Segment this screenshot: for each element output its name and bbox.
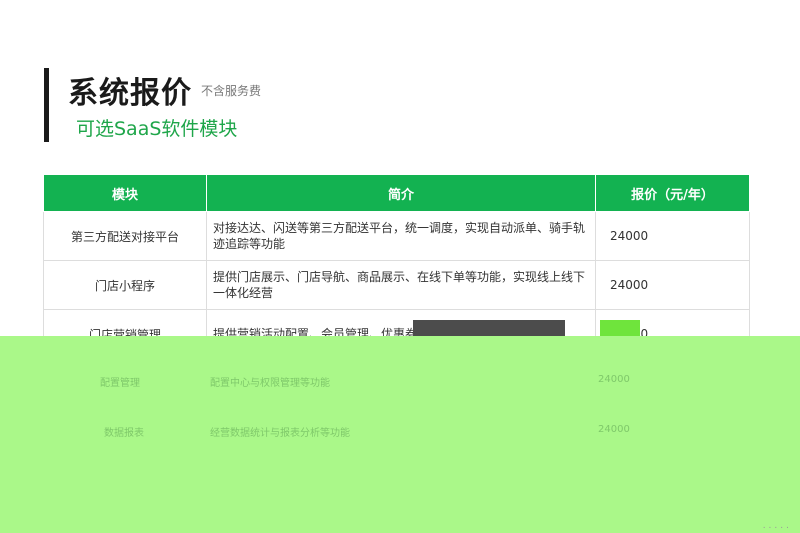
table-header-row: 模块 简介 报价（元/年） [43, 174, 750, 212]
module-cell: 门店小程序 [43, 260, 207, 310]
highlight-strip [600, 320, 640, 336]
table-row: 第三方配送对接平台 对接达达、闪送等第三方配送平台，统一调度，实现自动派单、骑手… [43, 211, 750, 261]
overlay-row: 配置管理 配置中心与权限管理等功能 24000 [0, 374, 800, 394]
green-overlay-block: 配置管理 配置中心与权限管理等功能 24000 数据报表 经营数据统计与报表分析… [0, 336, 800, 533]
description-cell: 对接达达、闪送等第三方配送平台，统一调度，实现自动派单、骑手轨迹追踪等功能 [206, 211, 596, 261]
page-subtitle: 可选SaaS软件模块 [76, 118, 238, 140]
column-header-description: 简介 [206, 174, 596, 212]
description-cell: 提供门店展示、门店导航、商品展示、在线下单等功能，实现线上线下一体化经营 [206, 260, 596, 310]
overlay-module-text: 数据报表 [104, 428, 144, 439]
page-title: 系统报价 [68, 76, 192, 111]
price-cell: 24000 [595, 260, 750, 310]
title-accent-bar [44, 68, 49, 142]
overlay-row: 数据报表 经营数据统计与报表分析等功能 24000 [0, 424, 800, 444]
overlay-module-text: 配置管理 [100, 378, 140, 389]
column-header-module: 模块 [43, 174, 207, 212]
overlay-description-text: 经营数据统计与报表分析等功能 [210, 428, 350, 439]
overlay-price-text: 24000 [598, 424, 630, 435]
table-row: 门店小程序 提供门店展示、门店导航、商品展示、在线下单等功能，实现线上线下一体化… [43, 260, 750, 310]
price-cell: 24000 [595, 211, 750, 261]
redaction-strip [413, 320, 565, 336]
column-header-price: 报价（元/年） [595, 174, 750, 212]
page-marker: ..... [762, 521, 792, 531]
overlay-description-text: 配置中心与权限管理等功能 [210, 378, 330, 389]
module-cell: 第三方配送对接平台 [43, 211, 207, 261]
overlay-price-text: 24000 [598, 374, 630, 385]
price-slide: 系统报价 不含服务费 可选SaaS软件模块 模块 简介 报价（元/年） 第三方配… [0, 0, 800, 533]
title-note: 不含服务费 [201, 84, 262, 98]
price-table: 模块 简介 报价（元/年） 第三方配送对接平台 对接达达、闪送等第三方配送平台，… [43, 174, 750, 359]
